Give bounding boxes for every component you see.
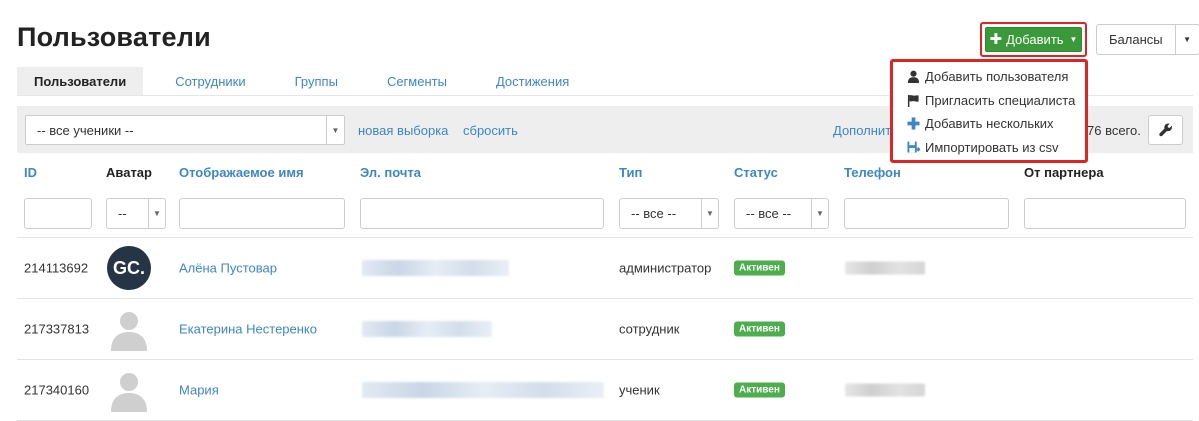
balances-button-group: Балансы ▼	[1096, 24, 1199, 55]
tab-groups[interactable]: Группы	[278, 67, 355, 95]
row-display-name[interactable]: Мария	[179, 383, 219, 398]
menu-item-label: Добавить нескольких	[925, 116, 1054, 132]
chevron-down-icon: ▼	[326, 116, 344, 144]
settings-button[interactable]	[1148, 115, 1183, 145]
plus-icon	[907, 117, 920, 130]
status-badge: Активен	[734, 260, 785, 276]
type-filter-value: -- все --	[631, 206, 677, 221]
row-id: 217337813	[24, 321, 90, 337]
menu-item-import-csv[interactable]: Импортировать из csv	[893, 136, 1085, 160]
chevron-down-icon: ▼	[811, 199, 828, 228]
menu-item-label: Добавить пользователя	[925, 69, 1069, 85]
tab-achievements[interactable]: Достижения	[479, 67, 586, 95]
plus-icon: ✚	[989, 31, 1003, 48]
menu-item-label: Импортировать из csv	[925, 139, 1059, 155]
phone-redacted	[845, 383, 925, 397]
status-badge: Активен	[734, 382, 785, 398]
caret-down-icon: ▼	[1183, 35, 1192, 44]
phone-redacted	[845, 261, 925, 275]
chevron-down-icon: ▼	[148, 199, 165, 228]
avatar	[107, 368, 151, 412]
col-header-type[interactable]: Тип	[619, 165, 642, 180]
menu-item-add-multiple[interactable]: Добавить нескольких	[893, 112, 1085, 136]
col-header-display-name[interactable]: Отображаемое имя	[179, 165, 304, 180]
row-id: 217340160	[24, 382, 90, 398]
page-title: Пользователи	[17, 22, 211, 52]
new-selection-link[interactable]: новая выборка	[358, 123, 448, 138]
total-count: 76 всего.	[1087, 123, 1141, 138]
row-display-name[interactable]: Екатерина Нестеренко	[179, 322, 317, 337]
balances-button[interactable]: Балансы	[1096, 24, 1176, 55]
user-silhouette-icon	[111, 312, 147, 351]
reset-link[interactable]: сбросить	[463, 123, 518, 138]
col-header-email[interactable]: Эл. почта	[360, 165, 421, 180]
table-row: 217337813 Екатерина Нестеренко сотрудник…	[17, 298, 1193, 359]
chevron-down-icon: ▼	[701, 199, 718, 228]
tab-employees[interactable]: Сотрудники	[158, 67, 262, 95]
status-badge: Активен	[734, 321, 785, 337]
menu-item-invite-specialist[interactable]: Пригласить специалиста	[893, 89, 1085, 113]
row-id: 214113692	[24, 260, 89, 276]
add-button[interactable]: ✚ Добавить ▼	[985, 27, 1082, 52]
table-row: 217340160 Мария ученик Активен	[17, 359, 1193, 420]
menu-item-label: Пригласить специалиста	[925, 92, 1076, 108]
avatar-logo-text: GC.	[112, 257, 145, 278]
id-filter-input[interactable]	[24, 198, 92, 229]
tab-users[interactable]: Пользователи	[17, 67, 144, 95]
row-type: ученик	[619, 382, 660, 398]
row-type: администратор	[619, 260, 712, 276]
email-filter-input[interactable]	[360, 198, 604, 229]
col-header-id[interactable]: ID	[24, 165, 37, 180]
caret-down-icon: ▼	[1069, 35, 1078, 44]
menu-item-add-user[interactable]: Добавить пользователя	[893, 65, 1085, 89]
avatar-filter-value: --	[118, 206, 127, 221]
user-silhouette-icon	[111, 373, 147, 412]
email-redacted	[362, 260, 509, 276]
partner-filter-input[interactable]	[1024, 198, 1186, 229]
add-dropdown-menu: Добавить пользователя Пригласить специал…	[890, 59, 1088, 163]
add-button-label: Добавить	[1006, 32, 1064, 47]
name-filter-input[interactable]	[179, 198, 345, 229]
import-icon	[907, 141, 920, 153]
avatar	[107, 307, 151, 351]
row-type: сотрудник	[619, 321, 680, 337]
user-icon	[907, 70, 920, 84]
tab-segments[interactable]: Сегменты	[370, 67, 464, 95]
more-filters-link[interactable]: Дополнит	[833, 123, 891, 138]
segment-select[interactable]: -- все ученики -- ▼	[25, 115, 345, 145]
col-header-phone[interactable]: Телефон	[844, 165, 901, 180]
segment-select-value: -- все ученики --	[37, 122, 134, 138]
row-display-name[interactable]: Алёна Пустовар	[179, 261, 277, 276]
status-filter-value: -- все --	[746, 206, 792, 221]
wrench-icon	[1158, 123, 1172, 137]
flag-icon	[907, 94, 919, 107]
col-header-status[interactable]: Статус	[734, 165, 778, 180]
col-header-partner: От партнера	[1024, 165, 1104, 180]
avatar-filter-select[interactable]: -- ▼	[106, 198, 166, 229]
email-redacted	[362, 321, 492, 337]
add-button-highlight: ✚ Добавить ▼	[980, 22, 1087, 57]
balances-dropdown-toggle[interactable]: ▼	[1175, 24, 1199, 55]
status-filter-select[interactable]: -- все -- ▼	[734, 198, 829, 229]
avatar: GC.	[107, 246, 151, 290]
table-row: 214113692 GC. Алёна Пустовар администрат…	[17, 237, 1193, 298]
col-header-avatar: Аватар	[106, 165, 152, 180]
type-filter-select[interactable]: -- все -- ▼	[619, 198, 719, 229]
phone-filter-input[interactable]	[844, 198, 1009, 229]
email-redacted	[362, 382, 604, 398]
